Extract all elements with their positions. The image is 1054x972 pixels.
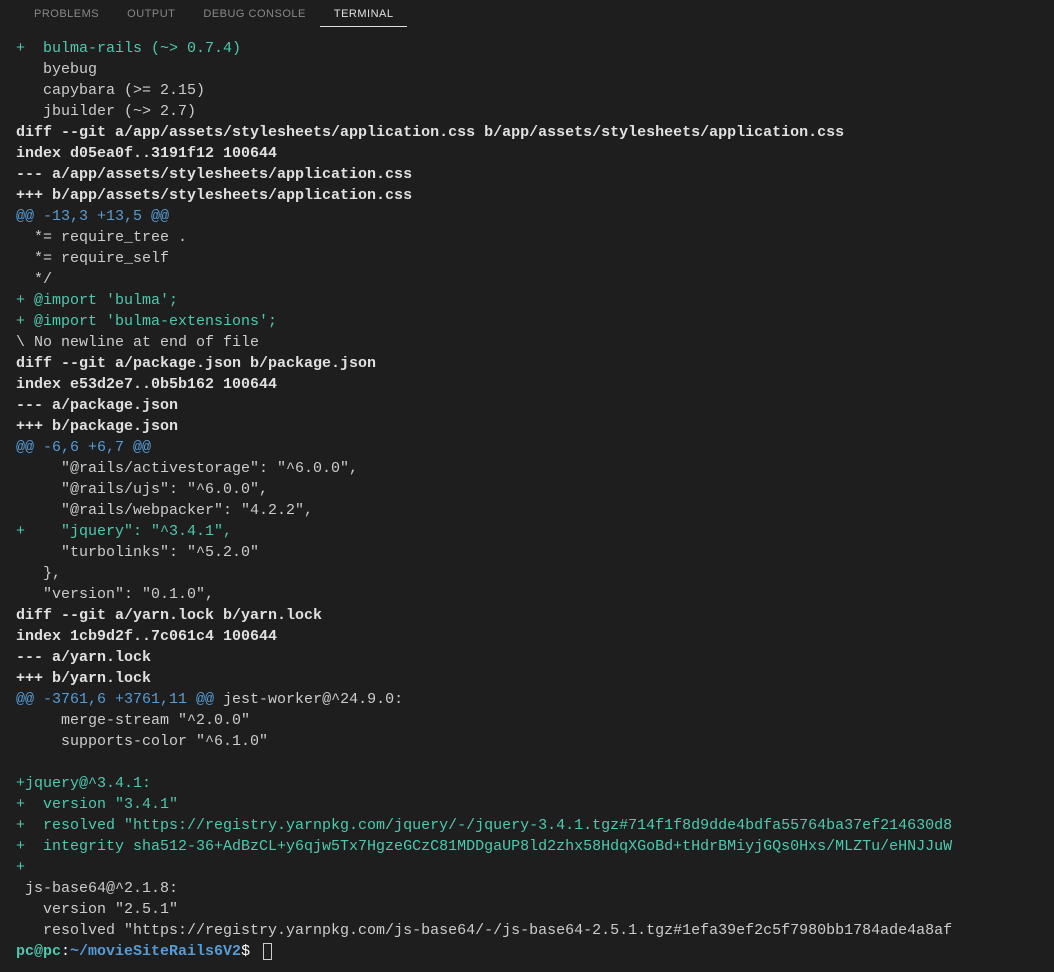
- terminal-cursor: [263, 943, 272, 960]
- terminal-line: @@ -13,3 +13,5 @@: [16, 206, 1038, 227]
- tab-debug-console[interactable]: DEBUG CONSOLE: [189, 2, 319, 26]
- terminal-line: js-base64@^2.1.8:: [16, 878, 1038, 899]
- terminal-line: version "2.5.1": [16, 899, 1038, 920]
- terminal-line: + "jquery": "^3.4.1",: [16, 521, 1038, 542]
- terminal-line: merge-stream "^2.0.0": [16, 710, 1038, 731]
- terminal-line: [16, 752, 1038, 773]
- terminal-line: "version": "0.1.0",: [16, 584, 1038, 605]
- terminal-line: index d05ea0f..3191f12 100644: [16, 143, 1038, 164]
- terminal-prompt[interactable]: pc@pc:~/movieSiteRails6V2$: [16, 941, 1038, 962]
- terminal-line: + version "3.4.1": [16, 794, 1038, 815]
- terminal-line: + @import 'bulma';: [16, 290, 1038, 311]
- terminal-line: *= require_self: [16, 248, 1038, 269]
- terminal-line: --- a/app/assets/stylesheets/application…: [16, 164, 1038, 185]
- tab-terminal[interactable]: TERMINAL: [320, 2, 408, 27]
- terminal-line: --- a/package.json: [16, 395, 1038, 416]
- tab-output[interactable]: OUTPUT: [113, 2, 189, 26]
- terminal-line: @@ -3761,6 +3761,11 @@ jest-worker@^24.9…: [16, 689, 1038, 710]
- terminal-line: diff --git a/package.json b/package.json: [16, 353, 1038, 374]
- terminal-line: +++ b/yarn.lock: [16, 668, 1038, 689]
- terminal-line: + bulma-rails (~> 0.7.4): [16, 38, 1038, 59]
- terminal-line: "@rails/ujs": "^6.0.0",: [16, 479, 1038, 500]
- tab-problems[interactable]: PROBLEMS: [20, 2, 113, 26]
- terminal-line: @@ -6,6 +6,7 @@: [16, 437, 1038, 458]
- terminal-output[interactable]: + bulma-rails (~> 0.7.4) byebug capybara…: [0, 28, 1054, 972]
- prompt-user: pc@pc: [16, 943, 61, 960]
- prompt-separator: :: [61, 943, 70, 960]
- prompt-dollar: $: [241, 943, 259, 960]
- terminal-line: \ No newline at end of file: [16, 332, 1038, 353]
- terminal-line: + resolved "https://registry.yarnpkg.com…: [16, 815, 1038, 836]
- terminal-line: + integrity sha512-36+AdBzCL+y6qjw5Tx7Hg…: [16, 836, 1038, 857]
- terminal-line: "@rails/webpacker": "4.2.2",: [16, 500, 1038, 521]
- terminal-line: jbuilder (~> 2.7): [16, 101, 1038, 122]
- terminal-line: capybara (>= 2.15): [16, 80, 1038, 101]
- terminal-line: resolved "https://registry.yarnpkg.com/j…: [16, 920, 1038, 941]
- terminal-line: +++ b/app/assets/stylesheets/application…: [16, 185, 1038, 206]
- terminal-line: index e53d2e7..0b5b162 100644: [16, 374, 1038, 395]
- terminal-line: },: [16, 563, 1038, 584]
- terminal-line: "turbolinks": "^5.2.0": [16, 542, 1038, 563]
- terminal-line: supports-color "^6.1.0": [16, 731, 1038, 752]
- terminal-line: diff --git a/app/assets/stylesheets/appl…: [16, 122, 1038, 143]
- terminal-line: */: [16, 269, 1038, 290]
- terminal-line: +++ b/package.json: [16, 416, 1038, 437]
- terminal-line: + @import 'bulma-extensions';: [16, 311, 1038, 332]
- terminal-line: +: [16, 857, 1038, 878]
- terminal-line: "@rails/activestorage": "^6.0.0",: [16, 458, 1038, 479]
- prompt-path: ~/movieSiteRails6V2: [70, 943, 241, 960]
- terminal-line: --- a/yarn.lock: [16, 647, 1038, 668]
- terminal-line: byebug: [16, 59, 1038, 80]
- panel-tabs: PROBLEMS OUTPUT DEBUG CONSOLE TERMINAL: [0, 0, 1054, 28]
- terminal-line: *= require_tree .: [16, 227, 1038, 248]
- terminal-line: index 1cb9d2f..7c061c4 100644: [16, 626, 1038, 647]
- terminal-line: +jquery@^3.4.1:: [16, 773, 1038, 794]
- terminal-line: diff --git a/yarn.lock b/yarn.lock: [16, 605, 1038, 626]
